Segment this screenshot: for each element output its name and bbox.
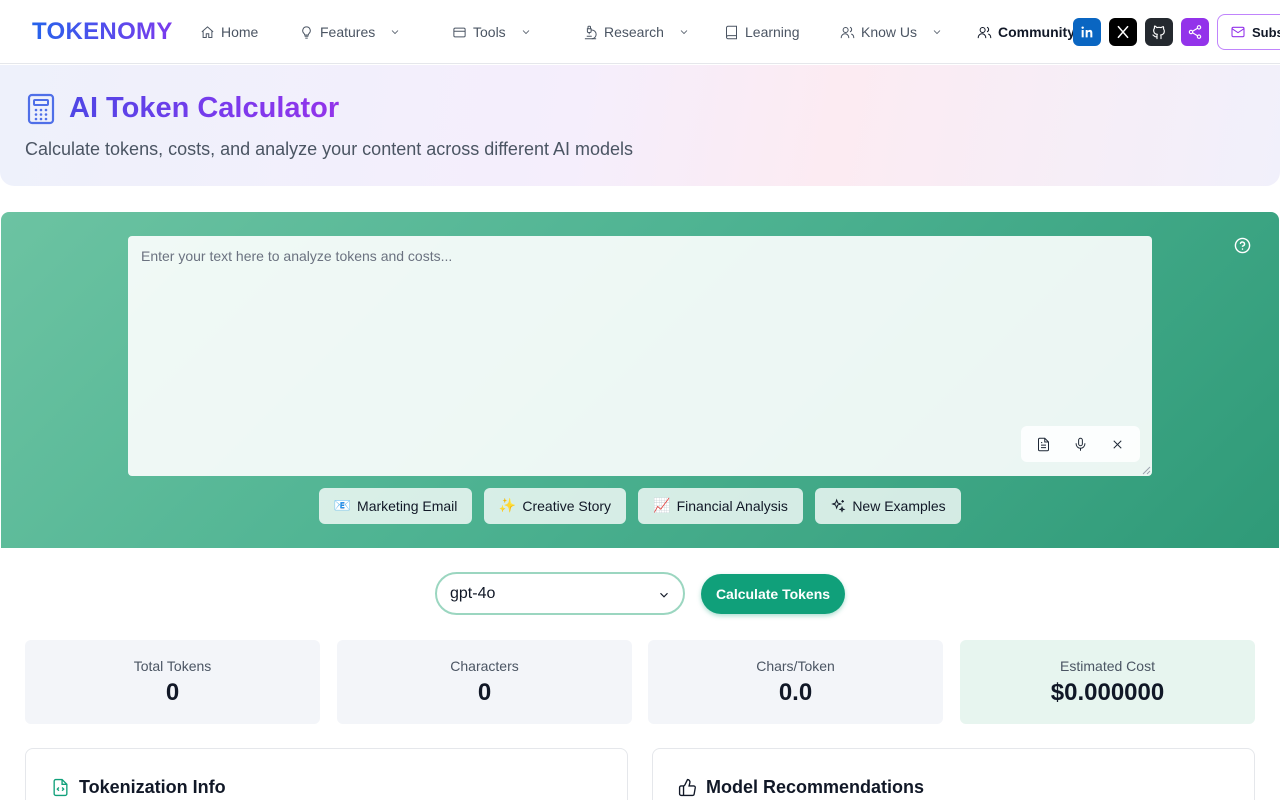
card-title: Model Recommendations <box>706 777 925 797</box>
stat-value: 0.0 <box>778 679 813 706</box>
lightbulb-icon <box>302 25 311 39</box>
example-label: New Examples <box>852 498 946 514</box>
microphone-icon[interactable] <box>1073 437 1088 452</box>
file-text-icon[interactable] <box>1036 437 1051 452</box>
stat-value: 0 <box>477 679 492 706</box>
new-examples-button[interactable]: New Examples <box>815 488 961 524</box>
users-icon <box>840 26 855 38</box>
nav-know-us[interactable]: Know Us <box>840 22 943 42</box>
stat-value: $0.000000 <box>1050 679 1165 706</box>
share-button[interactable] <box>1181 18 1209 46</box>
example-label: Creative Story <box>522 498 612 514</box>
nav-features-label: Features <box>320 24 376 40</box>
example-creative-story-button[interactable]: ✨ Creative Story <box>484 488 626 524</box>
stat-total-tokens: Total Tokens 0 <box>25 640 320 724</box>
stat-characters: Characters 0 <box>337 640 632 724</box>
stat-value: 0 <box>165 679 180 706</box>
model-recommendations-card: Model Recommendations <box>652 748 1255 800</box>
calculator-icon <box>27 93 55 125</box>
stat-chars-per-token: Chars/Token 0.0 <box>648 640 943 724</box>
book-icon <box>726 25 737 39</box>
chevron-down-icon <box>391 30 399 35</box>
tokenization-info-card: Tokenization Info <box>25 748 628 800</box>
stat-estimated-cost: Estimated Cost $0.000000 <box>960 640 1255 724</box>
help-icon[interactable] <box>1234 237 1251 254</box>
microscope-icon <box>584 25 597 39</box>
sparkles-icon <box>831 498 846 513</box>
nav-research-label: Research <box>604 24 664 40</box>
card-icon <box>453 27 466 37</box>
textarea-toolbar <box>1021 426 1140 462</box>
chevron-down-icon <box>933 30 941 35</box>
stat-label: Chars/Token <box>756 658 835 674</box>
stat-label: Estimated Cost <box>1060 658 1155 674</box>
nav-know-us-label: Know Us <box>861 24 918 40</box>
calculate-tokens-button[interactable]: Calculate Tokens <box>701 574 845 614</box>
sparkles-emoji-icon: ✨ <box>498 498 517 514</box>
chevron-down-icon <box>680 30 688 35</box>
stat-label: Characters <box>450 658 519 674</box>
model-select[interactable]: gpt-4o <box>435 572 685 615</box>
thumbs-up-icon <box>678 778 696 797</box>
page-subtitle: Calculate tokens, costs, and analyze you… <box>25 139 634 159</box>
example-label: Financial Analysis <box>676 498 788 514</box>
linkedin-icon <box>1081 26 1093 38</box>
nav-learning-label: Learning <box>745 24 800 40</box>
users-icon <box>977 26 992 38</box>
model-select-value: gpt-4o <box>450 584 496 602</box>
mail-icon <box>1231 26 1245 38</box>
example-label: Marketing Email <box>357 498 458 514</box>
chevron-down-icon <box>660 592 668 598</box>
nav-community-label: Community <box>998 24 1075 40</box>
github-icon <box>1152 25 1165 40</box>
chart-emoji-icon: 📈 <box>653 498 671 514</box>
example-financial-analysis-button[interactable]: 📈 Financial Analysis <box>638 488 803 524</box>
share-icon <box>1188 25 1202 39</box>
brand-logo[interactable]: TOKENOMY <box>32 18 173 46</box>
file-code-icon <box>53 778 68 797</box>
nav-research[interactable]: Research <box>583 22 690 42</box>
nav-home-label: Home <box>221 24 259 40</box>
stat-label: Total Tokens <box>133 658 212 674</box>
chevron-down-icon <box>522 30 529 35</box>
envelope-emoji-icon: 📧 <box>333 498 352 514</box>
example-marketing-email-button[interactable]: 📧 Marketing Email <box>319 488 472 524</box>
nav-tools[interactable]: Tools <box>452 22 532 42</box>
resize-handle-icon[interactable] <box>1141 465 1151 475</box>
text-input[interactable] <box>128 236 1152 476</box>
nav-home[interactable]: Home <box>200 22 258 42</box>
subscribe-label: Subscribe <box>1252 24 1280 40</box>
nav-tools-label: Tools <box>473 24 506 40</box>
page-title: AI Token Calculator <box>69 92 340 124</box>
card-title: Tokenization Info <box>79 777 226 797</box>
github-button[interactable] <box>1145 18 1173 46</box>
text-input-container <box>128 236 1152 476</box>
x-button[interactable] <box>1109 18 1137 46</box>
nav-community[interactable]: Community <box>977 22 1075 42</box>
home-icon <box>201 25 214 38</box>
card-header: Model Recommendations <box>678 777 924 798</box>
nav-learning[interactable]: Learning <box>724 22 800 42</box>
nav-features[interactable]: Features <box>299 22 401 42</box>
linkedin-button[interactable] <box>1073 18 1101 46</box>
hero-banner: AI Token Calculator Calculate tokens, co… <box>0 65 1280 186</box>
subscribe-button[interactable]: Subscribe <box>1217 14 1280 50</box>
close-icon[interactable] <box>1110 437 1125 452</box>
card-header: Tokenization Info <box>51 777 226 798</box>
x-logo-icon <box>1117 25 1129 39</box>
top-navbar: TOKENOMY Home Features Tools Research Le… <box>0 0 1280 64</box>
